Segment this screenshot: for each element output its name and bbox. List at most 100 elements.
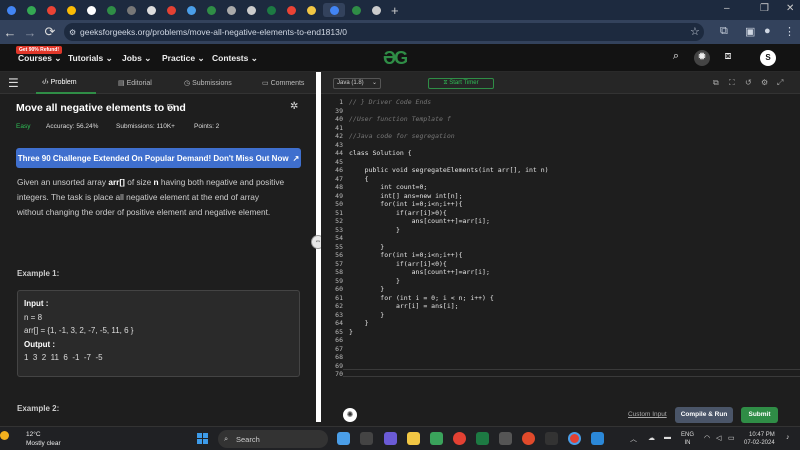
- reload-icon[interactable]: ⟳: [40, 24, 60, 40]
- menu-icon[interactable]: ⋮: [784, 25, 795, 38]
- bookmark-icon[interactable]: ⛉: [167, 103, 174, 114]
- browser-tab[interactable]: [323, 3, 345, 17]
- browser-tab[interactable]: [123, 3, 140, 17]
- browser-tab[interactable]: [263, 3, 280, 17]
- hint-bulb-icon[interactable]: ✺: [343, 408, 357, 422]
- code-line[interactable]: int[] ans=new int[n];: [349, 192, 462, 200]
- browser-tab[interactable]: [43, 3, 60, 17]
- browser-tab[interactable]: [283, 3, 300, 17]
- app-icon[interactable]: [499, 432, 512, 445]
- app2-icon[interactable]: [591, 432, 604, 445]
- browser-tab[interactable]: [223, 3, 240, 17]
- challenge-banner[interactable]: Three 90 Challenge Extended On Popular D…: [16, 148, 301, 168]
- code-line[interactable]: }: [349, 319, 369, 327]
- maximize-icon[interactable]: ❐: [760, 3, 769, 14]
- back-icon[interactable]: ←: [0, 25, 20, 40]
- browser-tab[interactable]: [348, 3, 365, 17]
- wifi-icon[interactable]: ◠: [704, 434, 710, 442]
- battery-icon[interactable]: ▭: [728, 434, 735, 442]
- menu-tutorials[interactable]: Tutorials ⌄: [68, 53, 113, 64]
- code-line[interactable]: {: [349, 175, 369, 183]
- report-bug-icon[interactable]: ✲: [290, 101, 298, 112]
- reset-icon[interactable]: ↺: [745, 78, 752, 87]
- star-icon[interactable]: ☆: [690, 25, 700, 38]
- widgets-icon[interactable]: [337, 432, 350, 445]
- search-icon[interactable]: ⌕: [668, 50, 684, 66]
- code-line[interactable]: //Java code for segregation: [349, 132, 455, 140]
- theme-toggle-icon[interactable]: ✹: [694, 50, 710, 66]
- avatar[interactable]: S: [760, 50, 776, 66]
- code-line[interactable]: ans[count++]=arr[i];: [349, 217, 490, 225]
- code-line[interactable]: ans[count++]=arr[i];: [349, 268, 490, 276]
- language-select[interactable]: Java (1.8) ⌄: [333, 78, 381, 89]
- code-line[interactable]: }: [349, 328, 353, 336]
- new-tab-icon[interactable]: +: [391, 3, 399, 18]
- cloud-icon[interactable]: ☁: [648, 434, 655, 442]
- forward-icon[interactable]: →: [20, 25, 40, 40]
- browser-tab[interactable]: [243, 3, 260, 17]
- menu-courses[interactable]: Courses ⌄: [18, 53, 62, 64]
- code-line[interactable]: for(int i=0;i<n;i++){: [349, 251, 462, 259]
- hamburger-menu-icon[interactable]: ☰: [8, 76, 19, 90]
- browser-tab[interactable]: [183, 3, 200, 17]
- volume-icon[interactable]: ◁: [716, 434, 721, 442]
- sidepanel-icon[interactable]: ▣: [745, 25, 755, 38]
- weather-widget[interactable]: 12°C Mostly clear: [26, 430, 61, 448]
- expand-icon[interactable]: ⛶: [729, 78, 735, 88]
- code-line[interactable]: }: [349, 277, 400, 285]
- taskbar-search[interactable]: ⌕ Search: [218, 430, 328, 448]
- copy-icon[interactable]: ⧉: [713, 78, 719, 88]
- menu-practice[interactable]: Practice ⌄: [162, 53, 205, 64]
- code-line[interactable]: }: [349, 285, 384, 293]
- browser-tab[interactable]: [303, 3, 320, 17]
- compile-run-button[interactable]: Compile & Run: [675, 407, 733, 423]
- code-line[interactable]: for (int i = 0; i < n; i++) {: [349, 294, 494, 302]
- excel-icon[interactable]: [476, 432, 489, 445]
- tab-problem[interactable]: ‹/› Problem: [42, 79, 77, 86]
- start-timer-button[interactable]: ⧖ Start Timer: [428, 78, 494, 89]
- code-line[interactable]: //User function Template f: [349, 115, 451, 123]
- code-line[interactable]: // } Driver Code Ends: [349, 98, 431, 106]
- minimize-icon[interactable]: –: [724, 3, 730, 14]
- url-field[interactable]: ⚙ geeksforgeeks.org/problems/move-all-ne…: [64, 23, 704, 41]
- menu-contests[interactable]: Contests ⌄: [212, 53, 258, 64]
- code-line[interactable]: arr[i] = ans[i];: [349, 302, 459, 310]
- browser-tab[interactable]: [3, 3, 20, 17]
- windows-start-icon[interactable]: [197, 433, 209, 445]
- tab-editorial[interactable]: ▤ Editorial: [118, 79, 152, 87]
- browser-tab[interactable]: [83, 3, 100, 17]
- browser-tab[interactable]: [23, 3, 40, 17]
- close-icon[interactable]: ✕: [786, 3, 794, 14]
- language-indicator[interactable]: ENG IN: [681, 431, 694, 447]
- teams-icon[interactable]: [384, 432, 397, 445]
- code-line[interactable]: int count=0;: [349, 183, 427, 191]
- tab-comments[interactable]: ▭ Comments: [262, 79, 304, 87]
- code-line[interactable]: public void segregateElements(int arr[],…: [349, 166, 549, 174]
- browser-tab[interactable]: [163, 3, 180, 17]
- browser-tab[interactable]: [63, 3, 80, 17]
- notification-bell-icon[interactable]: ♪: [786, 434, 790, 441]
- menu-jobs[interactable]: Jobs ⌄: [122, 53, 151, 64]
- chrome-active-icon[interactable]: [568, 432, 581, 445]
- code-line[interactable]: }: [349, 311, 384, 319]
- tab-submissions[interactable]: ◷ Submissions: [184, 79, 232, 87]
- code-line[interactable]: for(int i=0;i<n;i++){: [349, 200, 462, 208]
- submit-button[interactable]: Submit: [741, 407, 778, 423]
- code-line[interactable]: if(arr[i]>0){: [349, 209, 447, 217]
- task-view-icon[interactable]: [360, 432, 373, 445]
- notifications-icon[interactable]: ⧈: [720, 50, 736, 66]
- code-line[interactable]: if(arr[i]<0){: [349, 260, 447, 268]
- browser-tab[interactable]: [143, 3, 160, 17]
- custom-input-link[interactable]: Custom Input: [628, 411, 667, 418]
- settings-icon[interactable]: ⚙: [761, 78, 768, 87]
- store-icon[interactable]: [430, 432, 443, 445]
- extensions-icon[interactable]: ⧉: [720, 25, 728, 38]
- tray-chevron-icon[interactable]: ︿: [630, 434, 637, 444]
- brave-icon[interactable]: [522, 432, 535, 445]
- code-line[interactable]: }: [349, 226, 400, 234]
- chrome-icon[interactable]: [453, 432, 466, 445]
- weather-icon[interactable]: [0, 431, 9, 440]
- profile-icon[interactable]: ●: [764, 25, 771, 37]
- file-explorer-icon[interactable]: [407, 432, 420, 445]
- fullscreen-icon[interactable]: ⤢: [777, 78, 783, 88]
